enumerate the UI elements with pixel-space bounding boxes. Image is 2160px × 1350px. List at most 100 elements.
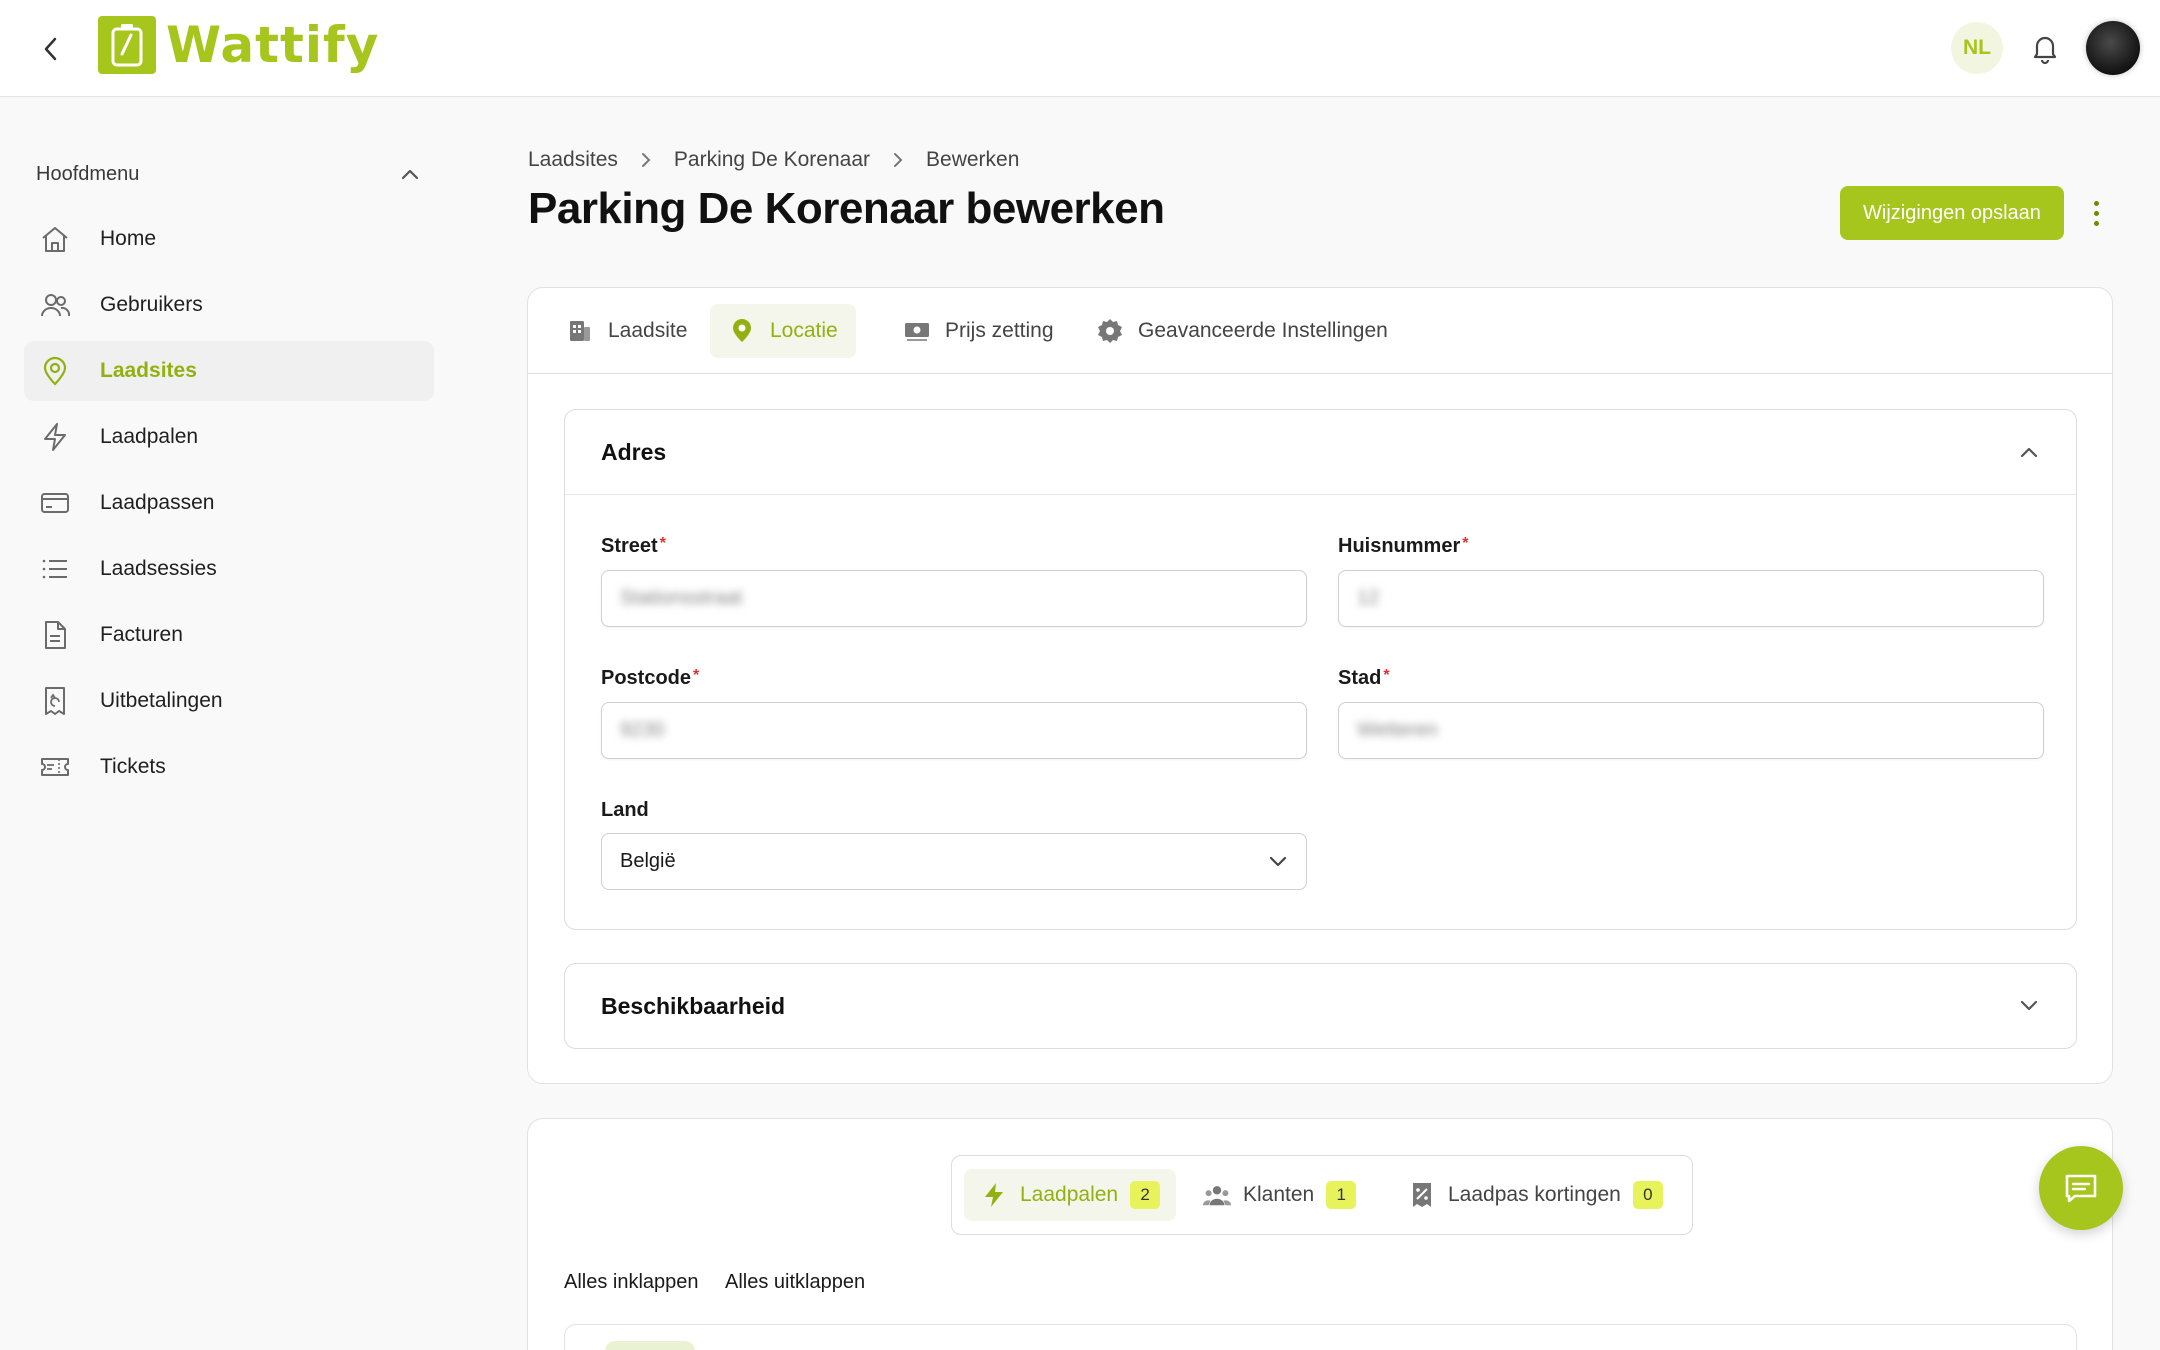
country-value: België (620, 850, 676, 872)
chevron-up-icon (2020, 447, 2038, 458)
sidebar-item-label: Gebruikers (100, 293, 203, 316)
sidebar-heading[interactable]: Hoofdmenu (36, 160, 420, 188)
breadcrumb: Laadsites Parking De Korenaar Bewerken (528, 146, 1019, 174)
city-label: Stad * (1338, 667, 1390, 689)
subtab-label: Laadpalen (1020, 1183, 1119, 1206)
more-options-icon[interactable] (2088, 196, 2104, 230)
street-label: Street * (601, 535, 666, 557)
sidebar-menu: Home Gebruikers Laadsites Laadpalen Laad… (24, 209, 434, 803)
sidebar-item-label: Facturen (100, 623, 183, 646)
chevron-down-icon (1269, 856, 1287, 866)
receipt-refund-icon (38, 684, 72, 718)
save-changes-button[interactable]: Wijzigingen opslaan (1840, 186, 2064, 240)
tab-geavanceerde-instellingen[interactable]: Geavanceerde Instellingen (1078, 304, 1406, 358)
home-icon (38, 222, 72, 256)
sidebar-item-label: Tickets (100, 755, 166, 778)
count-badge: 1 (1326, 1181, 1357, 1209)
tab-label: Geavanceerde Instellingen (1138, 319, 1388, 342)
postcode-label: Postcode * (601, 667, 700, 689)
breadcrumb-laadsites[interactable]: Laadsites (528, 148, 618, 172)
address-section-header[interactable]: Adres (565, 410, 2076, 494)
notifications-bell-icon[interactable] (2027, 30, 2063, 66)
street-value: Stationsstraat (620, 587, 743, 609)
postcode-input[interactable]: 9230 (601, 702, 1307, 759)
sidebar-item-laadpalen[interactable]: Laadpalen (24, 407, 434, 467)
sidebar-item-label: Uitbetalingen (100, 689, 223, 712)
tab-prijs-zetting[interactable]: Prijs zetting (885, 304, 1072, 358)
tab-bar: Laadsite Locatie Prijs zetting Geavancee… (528, 288, 2112, 374)
document-icon (38, 618, 72, 652)
tab-locatie[interactable]: Locatie (710, 304, 856, 358)
tab-laadsite[interactable]: Laadsite (548, 304, 705, 358)
breadcrumb-site[interactable]: Parking De Korenaar (674, 148, 870, 172)
sidebar-item-home[interactable]: Home (24, 209, 434, 269)
user-avatar[interactable] (2086, 21, 2140, 75)
ticket-icon (38, 750, 72, 784)
language-switcher[interactable]: NL (1951, 22, 2003, 74)
top-bar: Wattify NL (0, 0, 2160, 97)
discount-icon (1408, 1181, 1436, 1209)
tab-label: Laadsite (608, 319, 688, 342)
battery-logo-icon (98, 16, 156, 74)
building-icon (566, 317, 594, 345)
chevron-right-icon (640, 151, 652, 169)
country-label: Land (601, 799, 649, 821)
sidebar-item-label: Laadpassen (100, 491, 215, 514)
count-badge: 0 (1632, 1181, 1663, 1209)
sidebar-item-facturen[interactable]: Facturen (24, 605, 434, 665)
sidebar-item-laadsites[interactable]: Laadsites (24, 341, 434, 401)
city-input[interactable]: Wetteren (1338, 702, 2044, 759)
credit-card-icon (38, 486, 72, 520)
expand-all-button[interactable]: Alles uitklappen (725, 1271, 865, 1294)
subtab-bar: Laadpalen 2 Klanten 1 Laadpas kortingen … (951, 1155, 1693, 1235)
breadcrumb-current: Bewerken (926, 148, 1020, 171)
back-button[interactable] (34, 32, 68, 66)
sidebar-item-label: Home (100, 227, 157, 250)
tab-label: Prijs zetting (945, 319, 1054, 342)
sidebar-item-laadsessies[interactable]: Laadsessies (24, 539, 434, 599)
housenumber-input[interactable]: 12 (1338, 570, 2044, 627)
page-title: Parking De Korenaar bewerken (528, 184, 1165, 233)
section-divider (565, 494, 2076, 495)
sidebar-item-tickets[interactable]: Tickets (24, 737, 434, 797)
count-badge: 2 (1130, 1181, 1161, 1209)
street-input[interactable]: Stationsstraat (601, 570, 1307, 627)
charger-row[interactable] (564, 1324, 2077, 1350)
subtab-label: Laadpas kortingen (1448, 1183, 1621, 1206)
logo[interactable]: Wattify (98, 14, 379, 76)
logo-text: Wattify (166, 16, 380, 74)
country-select[interactable]: België (601, 833, 1307, 890)
address-section: Adres Street * Stationsstraat Huisnummer *… (564, 409, 2077, 930)
lightning-icon (980, 1181, 1008, 1209)
sidebar-item-label: Laadsites (100, 359, 197, 382)
subtab-laadpalen[interactable]: Laadpalen 2 (964, 1169, 1177, 1221)
chevron-up-icon (401, 169, 419, 180)
chevron-right-icon (892, 151, 904, 169)
sidebar-item-laadpassen[interactable]: Laadpassen (24, 473, 434, 533)
availability-section-header[interactable]: Beschikbaarheid (565, 964, 2076, 1048)
subtab-label: Klanten (1243, 1183, 1315, 1206)
availability-section: Beschikbaarheid (564, 963, 2077, 1049)
people-icon (1203, 1181, 1231, 1209)
subtab-laadpas-kortingen[interactable]: Laadpas kortingen 0 (1392, 1169, 1679, 1221)
list-icon (38, 552, 72, 586)
sidebar-item-label: Laadpalen (100, 425, 199, 448)
edit-card: Laadsite Locatie Prijs zetting Geavancee… (527, 287, 2113, 1084)
sidebar-item-uitbetalingen[interactable]: Uitbetalingen (24, 671, 434, 731)
map-pin-icon (38, 354, 72, 388)
subtab-klanten[interactable]: Klanten 1 (1187, 1169, 1372, 1221)
chat-button[interactable] (2039, 1146, 2123, 1230)
collapse-all-button[interactable]: Alles inklappen (564, 1271, 699, 1294)
money-icon (903, 317, 931, 345)
chevron-down-icon (2020, 1000, 2038, 1011)
tab-label: Locatie (770, 319, 838, 342)
chat-bubble-icon (2065, 1174, 2097, 1203)
status-badge (605, 1341, 695, 1350)
users-icon (38, 288, 72, 322)
chevron-left-icon (44, 37, 57, 61)
section-title: Beschikbaarheid (601, 992, 786, 1019)
lightning-icon (38, 420, 72, 454)
postcode-value: 9230 (620, 719, 665, 741)
sidebar-item-gebruikers[interactable]: Gebruikers (24, 275, 434, 335)
sidebar-item-label: Laadsessies (100, 557, 217, 580)
